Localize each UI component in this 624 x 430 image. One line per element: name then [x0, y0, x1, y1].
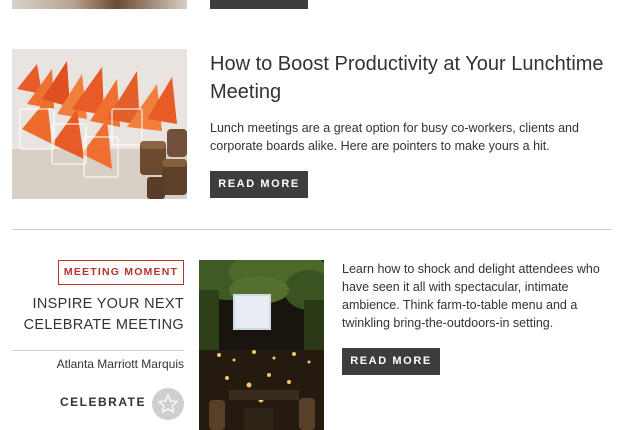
previous-article-read-more-button[interactable] — [210, 0, 308, 9]
category-label[interactable]: CELEBRATE — [60, 395, 146, 409]
event-venue-image[interactable] — [199, 260, 324, 430]
venue-photo-illustration — [199, 260, 324, 430]
previous-article-image[interactable] — [12, 0, 187, 9]
meeting-moment-title-line2: CELEBRATE MEETING — [23, 317, 184, 333]
section-divider — [12, 229, 612, 230]
article-image-lunch[interactable] — [12, 49, 187, 199]
meeting-moment-title-line1: INSPIRE YOUR NEXT — [32, 296, 184, 312]
article-title[interactable]: How to Boost Productivity at Your Luncht… — [210, 50, 615, 106]
star-icon[interactable] — [152, 388, 184, 420]
lunch-photo-illustration — [12, 49, 187, 199]
meeting-moment-title[interactable]: INSPIRE YOUR NEXT CELEBRATE MEETING — [0, 294, 184, 336]
meeting-moment-read-more-button[interactable]: READ MORE — [342, 348, 440, 375]
meeting-moment-description: Learn how to shock and delight attendees… — [342, 262, 600, 330]
meeting-moment-rule — [12, 350, 184, 351]
meeting-moment-badge: MEETING MOMENT — [58, 260, 184, 285]
article-description: Lunch meetings are a great option for bu… — [210, 121, 579, 153]
venue-name: Atlanta Marriott Marquis — [56, 357, 184, 371]
read-more-button[interactable]: READ MORE — [210, 171, 308, 198]
